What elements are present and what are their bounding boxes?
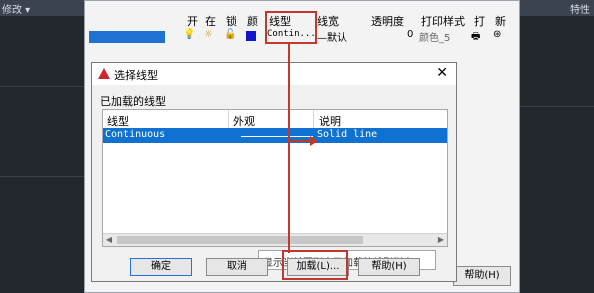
annotation-line [288,43,290,253]
scroll-right-icon[interactable]: ▶ [435,234,447,246]
column-separator[interactable] [313,110,314,128]
select-linetype-dialog: 选择线型 ✕ 已加载的线型 线型 外观 说明 Continuous Solid … [91,62,457,282]
column-separator[interactable] [228,110,229,128]
scroll-thumb[interactable] [117,236,363,244]
grid-line [0,86,84,87]
column-linetype[interactable]: 线型 [107,113,129,129]
linetype-list[interactable]: 线型 外观 说明 Continuous Solid line 显示当前图形中已加… [102,109,448,270]
cancel-button[interactable]: 取消 [206,258,268,276]
lineweight-value[interactable]: —默认 [317,29,347,44]
color-swatch-icon[interactable] [246,31,256,41]
scroll-left-icon[interactable]: ◀ [103,234,115,246]
autocad-logo-icon [98,68,110,79]
load-button-highlight [282,250,348,280]
linetype-description: Solid line [317,129,378,140]
layer-help-button[interactable]: 帮助(H) [453,266,511,286]
header-on[interactable]: 开 [187,13,198,29]
printer-icon[interactable]: 🖶 [471,29,480,46]
header-freeze[interactable]: 在 [205,13,216,29]
dialog-title: 选择线型 [114,69,158,82]
linetype-cell-highlight [265,11,317,44]
header-lineweight[interactable]: 线宽 [317,13,339,29]
layer-row-selection[interactable] [89,31,165,43]
grid-line [520,106,594,107]
transparency-value[interactable]: 0 [407,29,413,40]
column-description[interactable]: 说明 [319,113,341,129]
header-lock[interactable]: 锁 [226,13,237,29]
modify-menu[interactable]: 修改 ▾ [2,1,30,16]
annotation-line [288,140,312,142]
lock-icon[interactable]: 🔓 [224,29,236,40]
header-plot-style[interactable]: 打印样式 [421,13,465,29]
column-appearance[interactable]: 外观 [233,113,255,129]
help-button[interactable]: 帮助(H) [358,258,420,276]
plot-style-value: 颜色_5 [419,33,451,44]
list-item[interactable]: Continuous Solid line [103,128,447,143]
close-icon[interactable]: ✕ [436,65,448,81]
header-color[interactable]: 颜 [247,13,258,29]
properties-label[interactable]: 特性 [570,1,590,16]
header-plot[interactable]: 打 [474,13,485,29]
sun-icon[interactable]: ☼ [204,29,213,40]
header-transparency[interactable]: 透明度 [371,13,404,29]
new-vp-freeze-icon[interactable]: ⊛ [493,29,501,40]
loaded-linetypes-label: 已加载的线型 [100,95,166,108]
solid-line-sample [241,136,313,137]
dialog-titlebar[interactable]: 选择线型 ✕ [92,63,456,85]
grid-line [0,176,84,177]
bulb-icon[interactable]: 💡 [183,29,195,40]
list-header: 线型 外观 说明 [103,110,447,129]
header-new[interactable]: 新 [495,13,506,29]
linetype-name: Continuous [105,129,166,140]
ok-button[interactable]: 确定 [130,258,192,276]
annotation-arrow [310,136,318,146]
horizontal-scrollbar[interactable]: ◀ ▶ [103,233,447,246]
